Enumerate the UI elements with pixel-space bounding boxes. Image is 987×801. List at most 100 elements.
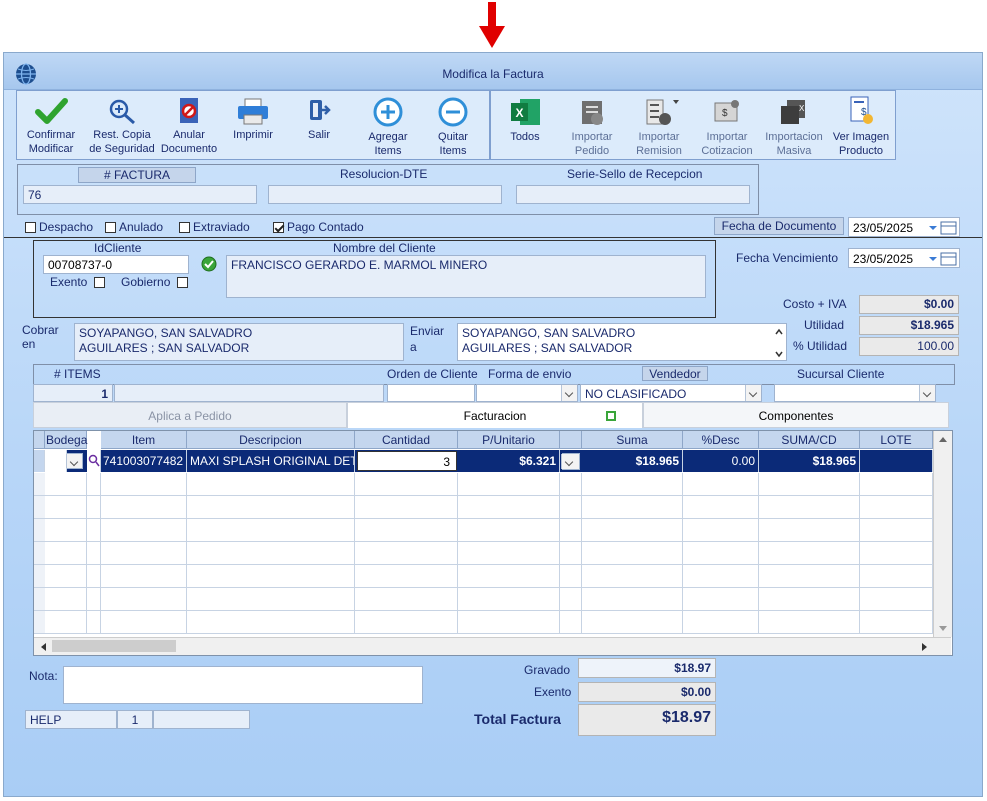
- add-items-button[interactable]: Agregar Items: [357, 97, 419, 158]
- mass-import-button[interactable]: X Importacion Masiva: [761, 97, 827, 158]
- shipping-method-select[interactable]: [476, 384, 578, 402]
- extraviado-checkbox-box[interactable]: [179, 222, 190, 233]
- row-selector[interactable]: [34, 450, 45, 472]
- confirm-modify-button[interactable]: Confirmar Modificar: [21, 97, 81, 156]
- empty-table-row[interactable]: [34, 473, 933, 496]
- table-row[interactable]: 741003077482 MAXI SPLASH ORIGINAL DET 3 …: [34, 450, 933, 472]
- print-button[interactable]: Imprimir: [223, 97, 283, 142]
- quantity-input[interactable]: 3: [357, 451, 457, 471]
- import-remision-button[interactable]: Importar Remision: [627, 97, 691, 158]
- cobrar-address-field[interactable]: SOYAPANGO, SAN SALVADRO AGUILARES ; SAN S…: [74, 323, 404, 361]
- empty-table-row[interactable]: [34, 565, 933, 588]
- client-branch-select[interactable]: [774, 384, 936, 402]
- bodega-cell[interactable]: [45, 450, 67, 472]
- restore-backup-button[interactable]: Rest. Copia de Seguridad: [85, 97, 159, 156]
- chevron-down-icon[interactable]: [919, 385, 935, 401]
- lote-cell[interactable]: [860, 450, 933, 472]
- tab-componentes[interactable]: Componentes: [643, 402, 949, 428]
- verified-check-icon[interactable]: [201, 256, 217, 272]
- item-search-cell[interactable]: [87, 450, 101, 472]
- chevron-down-icon[interactable]: [561, 385, 577, 401]
- note-field[interactable]: [63, 666, 423, 704]
- checkmark-icon: [35, 98, 68, 124]
- due-date-picker[interactable]: 23/05/2025: [848, 248, 960, 268]
- bodega-dropdown[interactable]: [66, 453, 83, 469]
- pago-contado-checkbox-box[interactable]: [273, 222, 284, 233]
- sum-cell[interactable]: $18.965: [582, 450, 683, 472]
- gobierno-checkbox-box[interactable]: [176, 277, 188, 288]
- annul-document-button[interactable]: Anular Documento: [157, 97, 221, 156]
- exento-checkbox-box[interactable]: [93, 277, 105, 288]
- chevron-down-icon[interactable]: [66, 454, 82, 468]
- grid-line: [457, 519, 458, 542]
- grid-horizontal-scrollbar[interactable]: [34, 637, 951, 655]
- extraviado-checkbox[interactable]: Extraviado: [179, 220, 250, 234]
- search-icon[interactable]: [88, 454, 100, 468]
- anulado-checkbox[interactable]: Anulado: [105, 220, 163, 234]
- exit-button[interactable]: Salir: [289, 97, 349, 142]
- col-suma[interactable]: Suma: [582, 431, 683, 449]
- exento-total-label: Exento: [534, 685, 572, 699]
- gobierno-checkbox[interactable]: Gobierno: [121, 275, 191, 289]
- empty-table-row[interactable]: [34, 588, 933, 611]
- col-descripcion[interactable]: Descripcion: [187, 431, 355, 449]
- empty-table-row[interactable]: [34, 496, 933, 519]
- client-name-field[interactable]: FRANCISCO GERARDO E. MARMOL MINERO: [226, 255, 706, 298]
- col-lote[interactable]: LOTE: [860, 431, 933, 449]
- enviar-address-field[interactable]: SOYAPANGO, SAN SALVADRO AGUILARES ; SAN S…: [457, 323, 787, 361]
- row-selector[interactable]: [34, 496, 45, 518]
- sum-cd-cell[interactable]: $18.965: [759, 450, 860, 472]
- scroll-down-icon[interactable]: [938, 624, 948, 634]
- row-selector[interactable]: [34, 611, 45, 633]
- resolution-field[interactable]: [268, 185, 502, 204]
- invoice-number-field[interactable]: 76: [23, 185, 257, 204]
- pago-contado-checkbox[interactable]: Pago Contado: [273, 220, 364, 234]
- empty-table-row[interactable]: [34, 611, 933, 634]
- tab-aplica-pedido[interactable]: Aplica a Pedido: [33, 402, 347, 428]
- calendar-dropdown-icon[interactable]: [927, 221, 957, 235]
- tab-facturacion[interactable]: Facturacion: [347, 402, 643, 428]
- discount-cell[interactable]: 0.00: [683, 450, 759, 472]
- anulado-checkbox-box[interactable]: [105, 222, 116, 233]
- col-bodega[interactable]: Bodega: [45, 431, 87, 449]
- item-code-cell[interactable]: 741003077482: [101, 450, 187, 472]
- scroll-left-icon[interactable]: [38, 642, 48, 652]
- description-cell[interactable]: MAXI SPLASH ORIGINAL DET: [187, 450, 355, 472]
- calendar-dropdown-icon[interactable]: [927, 252, 957, 266]
- client-id-field[interactable]: 00708737-0: [43, 255, 189, 274]
- export-excel-all-button[interactable]: X Todos: [497, 97, 553, 144]
- scroll-right-icon[interactable]: [920, 642, 930, 652]
- col-cantidad[interactable]: Cantidad: [355, 431, 458, 449]
- client-order-field[interactable]: [387, 384, 475, 402]
- scroll-thumb[interactable]: [52, 640, 176, 652]
- despacho-checkbox[interactable]: Despacho: [25, 220, 93, 234]
- chevron-down-icon[interactable]: [561, 454, 579, 469]
- seal-field[interactable]: [516, 185, 750, 204]
- unit-price-dropdown[interactable]: [561, 453, 580, 470]
- import-order-button[interactable]: Importar Pedido: [561, 97, 623, 158]
- import-quote-button[interactable]: $ Importar Cotizacion: [695, 97, 759, 158]
- despacho-checkbox-box[interactable]: [25, 222, 36, 233]
- col-sumacd[interactable]: SUMA/CD: [759, 431, 860, 449]
- unit-price-cell[interactable]: $6.321: [458, 450, 560, 472]
- empty-table-row[interactable]: [34, 519, 933, 542]
- col-punitario[interactable]: P/Unitario: [458, 431, 560, 449]
- shipping-method-label: Forma de envio: [488, 367, 572, 381]
- row-selector[interactable]: [34, 542, 45, 564]
- row-selector[interactable]: [34, 565, 45, 587]
- grid-vertical-scrollbar[interactable]: [933, 431, 952, 637]
- empty-table-row[interactable]: [34, 542, 933, 565]
- row-selector[interactable]: [34, 588, 45, 610]
- col-desc[interactable]: %Desc: [683, 431, 759, 449]
- scroll-up-icon[interactable]: [938, 434, 948, 444]
- exento-checkbox[interactable]: Exento: [50, 275, 108, 289]
- chevron-down-icon[interactable]: [745, 385, 761, 401]
- row-selector[interactable]: [34, 519, 45, 541]
- scroll-arrows-icon[interactable]: [774, 327, 784, 359]
- view-product-image-button[interactable]: $ Ver Imagen Producto: [829, 95, 893, 158]
- remove-items-button[interactable]: Quitar Items: [423, 97, 483, 158]
- row-selector[interactable]: [34, 473, 45, 495]
- document-date-picker[interactable]: 23/05/2025: [848, 217, 960, 237]
- seller-select[interactable]: NO CLASIFICADO: [580, 384, 762, 402]
- col-item[interactable]: Item: [101, 431, 187, 449]
